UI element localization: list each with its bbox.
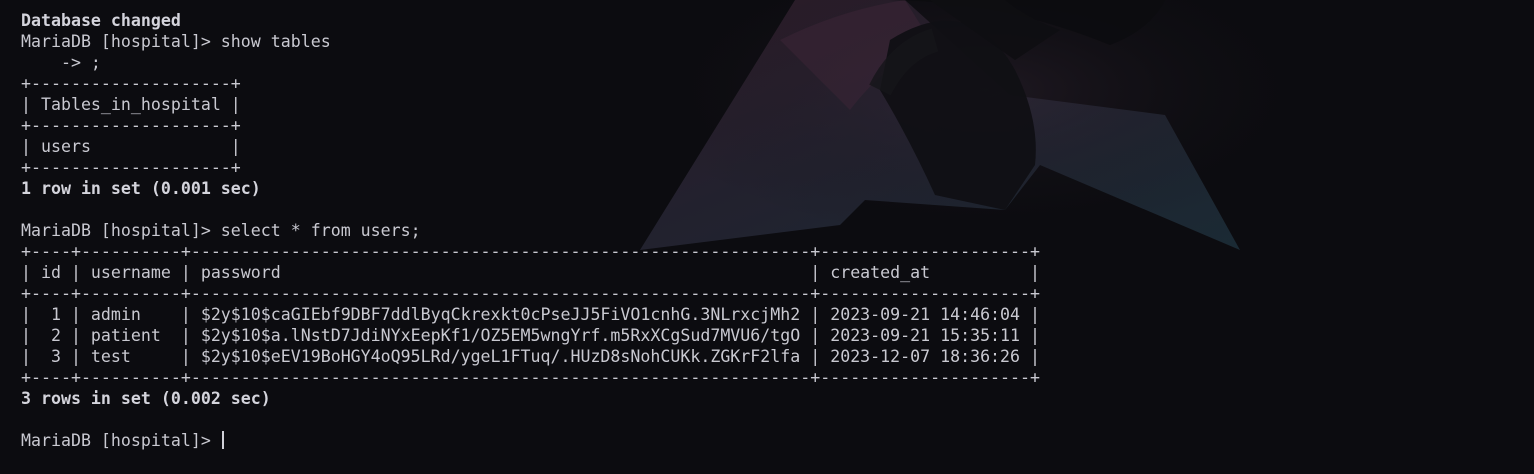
terminal-line: +----+----------+-----------------------… bbox=[21, 284, 1041, 303]
terminal-line: +----+----------+-----------------------… bbox=[21, 242, 1041, 261]
terminal-line: +--------------------+ bbox=[21, 158, 241, 177]
terminal-line: | 1 | admin | $2y$10$caGIEbf9DBF7ddlByqC… bbox=[21, 305, 1041, 324]
prompt-line[interactable]: MariaDB [hospital]> bbox=[21, 430, 1040, 451]
text-cursor bbox=[221, 431, 224, 449]
terminal-line: +--------------------+ bbox=[21, 116, 241, 135]
terminal-line: MariaDB [hospital]> show tables bbox=[21, 32, 331, 51]
terminal-line: 3 rows in set (0.002 sec) bbox=[21, 389, 271, 408]
terminal-line: +--------------------+ bbox=[21, 74, 241, 93]
terminal-line: | id | username | password | created_at … bbox=[21, 263, 1041, 282]
terminal-line: +----+----------+-----------------------… bbox=[21, 368, 1041, 387]
terminal-window[interactable]: Database changed MariaDB [hospital]> show… bbox=[0, 0, 1534, 474]
terminal-line: | 2 | patient | $2y$10$a.lNstD7JdiNYxEep… bbox=[21, 326, 1041, 345]
terminal-line: MariaDB [hospital]> select * from users; bbox=[21, 221, 421, 240]
terminal-line: | Tables_in_hospital | bbox=[21, 95, 241, 114]
prompt-text: MariaDB [hospital]> bbox=[21, 431, 221, 450]
terminal-line: | 3 | test | $2y$10$eEV19BoHGY4oQ95LRd/y… bbox=[21, 347, 1041, 366]
terminal-line: Database changed bbox=[21, 11, 181, 30]
terminal-line: 1 row in set (0.001 sec) bbox=[21, 179, 261, 198]
terminal-line: -> ; bbox=[21, 53, 101, 72]
terminal-output: Database changed MariaDB [hospital]> show… bbox=[21, 10, 1040, 451]
terminal-line: | users | bbox=[21, 137, 241, 156]
